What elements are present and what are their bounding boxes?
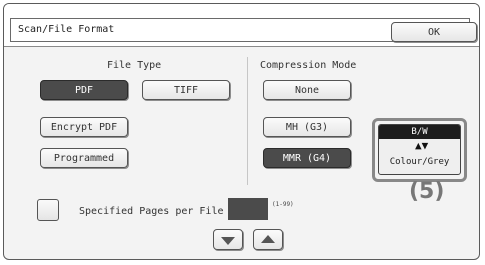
arrow-down-icon: [221, 236, 235, 245]
decrease-button[interactable]: [213, 229, 243, 250]
encrypt-pdf-button[interactable]: Encrypt PDF: [40, 117, 128, 137]
compression-mmr-button[interactable]: MMR (G4): [263, 148, 351, 168]
specified-pages-label: Specified Pages per File: [79, 206, 224, 217]
pages-per-file-field[interactable]: [228, 198, 268, 220]
toggle-arrows-icon: ▲▼: [415, 139, 429, 152]
arrow-up-icon: [261, 234, 275, 243]
file-type-label: File Type: [107, 60, 162, 71]
specified-pages-checkbox[interactable]: [37, 199, 59, 221]
compression-mode-label: Compression Mode: [260, 60, 357, 71]
increase-button[interactable]: [253, 229, 283, 250]
bw-label: B/W: [379, 125, 460, 139]
tiff-button[interactable]: TIFF: [142, 80, 230, 100]
scan-file-format-screen: Scan/File Format OK File Type Compressio…: [0, 0, 485, 265]
compression-none-button[interactable]: None: [263, 80, 351, 100]
bw-colour-toggle-button[interactable]: B/W ▲▼ Colour/Grey: [378, 124, 461, 175]
compression-mh-button[interactable]: MH (G3): [263, 117, 351, 137]
ok-button[interactable]: OK: [391, 22, 477, 42]
pdf-button[interactable]: PDF: [40, 80, 128, 100]
header-bar: Scan/File Format OK: [4, 4, 479, 47]
section-divider: [247, 57, 248, 185]
page-title: Scan/File Format: [18, 24, 115, 35]
pages-range-label: (1-99): [272, 201, 294, 208]
colour-grey-label: Colour/Grey: [389, 157, 450, 167]
callout-number: (5): [409, 179, 445, 204]
programmed-button[interactable]: Programmed: [40, 148, 128, 168]
